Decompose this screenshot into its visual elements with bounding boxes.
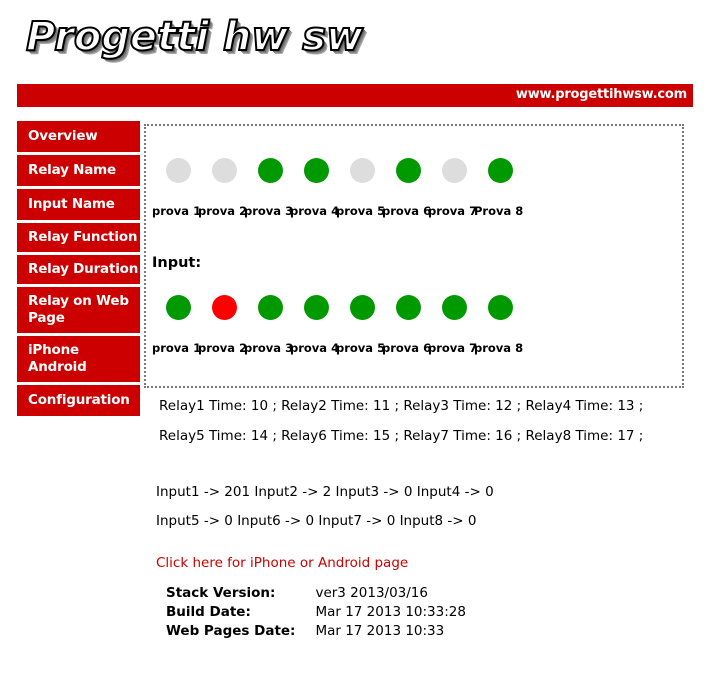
- relay-label-4: prova 4: [290, 204, 340, 218]
- input-indicator-6: [396, 295, 421, 320]
- relay-indicator-4[interactable]: [304, 158, 329, 183]
- input-indicator-7: [442, 295, 467, 320]
- version-value: ver3 2013/03/16: [315, 585, 428, 601]
- input-indicator-row: [156, 295, 676, 321]
- sidebar-item-overview[interactable]: Overview: [17, 121, 140, 152]
- relay-indicator-5[interactable]: [350, 158, 375, 183]
- relay-indicator-2[interactable]: [212, 158, 237, 183]
- input-indicator-4: [304, 295, 329, 320]
- version-info-table: Stack Version: ver3 2013/03/16 Build Date:…: [166, 585, 466, 642]
- site-logo: Progetti hw sw: [25, 13, 364, 61]
- version-key: Web Pages Date:: [166, 623, 296, 639]
- status-panel: prova 1 prova 2 prova 3 prova 4 prova 5 prova…: [144, 124, 684, 388]
- input-label-row: prova 1 prova 2 prova 3 prova 4 prova 5 prova…: [152, 341, 682, 357]
- relay-times-line-1: Relay1 Time: 10 ; Relay2 Time: 11 ; Rela…: [159, 398, 644, 414]
- input-label-2: prova 2: [198, 341, 248, 355]
- brand-url-text: www.progettihwsw.com: [515, 87, 687, 102]
- relay-label-row: prova 1 prova 2 prova 3 prova 4 prova 5 prova…: [152, 204, 682, 220]
- input-label-1: prova 1: [152, 341, 202, 355]
- input-label-6: prova 6: [382, 341, 432, 355]
- input-values-line-2: Input5 -> 0 Input6 -> 0 Input7 -> 0 Inpu…: [156, 513, 477, 529]
- relay-label-7: prova 7: [428, 204, 478, 218]
- relay-indicator-row: [156, 158, 676, 184]
- iphone-android-page-link[interactable]: Click here for iPhone or Android page: [156, 555, 408, 571]
- brand-bar: www.progettihwsw.com: [17, 84, 693, 107]
- version-value: Mar 17 2013 10:33: [315, 623, 445, 639]
- version-row: Web Pages Date: Mar 17 2013 10:33: [166, 623, 466, 642]
- version-value: Mar 17 2013 10:33:28: [315, 604, 466, 620]
- input-indicator-5: [350, 295, 375, 320]
- input-label-7: prova 7: [428, 341, 478, 355]
- input-section-heading: Input:: [152, 255, 202, 271]
- version-row: Build Date: Mar 17 2013 10:33:28: [166, 604, 466, 623]
- version-key: Stack Version:: [166, 585, 276, 601]
- sidebar-item-relay-name[interactable]: Relay Name: [17, 155, 140, 186]
- input-label-8: prova 8: [474, 341, 524, 355]
- version-row: Stack Version: ver3 2013/03/16: [166, 585, 466, 604]
- version-key: Build Date:: [166, 604, 251, 620]
- input-label-4: prova 4: [290, 341, 340, 355]
- relay-label-3: prova 3: [244, 204, 294, 218]
- relay-label-8: Prova 8: [474, 204, 524, 218]
- relay-indicator-3[interactable]: [258, 158, 283, 183]
- relay-indicator-8[interactable]: [488, 158, 513, 183]
- sidebar-item-configuration[interactable]: Configuration: [17, 385, 140, 416]
- sidebar-item-input-name[interactable]: Input Name: [17, 189, 140, 220]
- relay-indicator-1[interactable]: [166, 158, 191, 183]
- relay-times-line-2: Relay5 Time: 14 ; Relay6 Time: 15 ; Rela…: [159, 428, 644, 444]
- input-indicator-1: [166, 295, 191, 320]
- sidebar-item-relay-duration[interactable]: Relay Duration: [17, 255, 140, 284]
- relay-label-5: prova 5: [336, 204, 386, 218]
- relay-label-2: prova 2: [198, 204, 248, 218]
- relay-label-6: prova 6: [382, 204, 432, 218]
- sidebar-item-iphone-android[interactable]: iPhone Android: [17, 336, 140, 382]
- input-label-5: prova 5: [336, 341, 386, 355]
- sidebar-nav: Overview Relay Name Input Name Relay Functi…: [17, 121, 140, 419]
- input-label-3: prova 3: [244, 341, 294, 355]
- page-header: Progetti hw sw www.progettihwsw.com: [0, 0, 713, 110]
- input-indicator-8: [488, 295, 513, 320]
- sidebar-item-relay-on-web-page[interactable]: Relay on Web Page: [17, 287, 140, 333]
- relay-indicator-7[interactable]: [442, 158, 467, 183]
- input-values-line-1: Input1 -> 201 Input2 -> 2 Input3 -> 0 In…: [156, 484, 494, 500]
- relay-label-1: prova 1: [152, 204, 202, 218]
- input-indicator-3: [258, 295, 283, 320]
- relay-indicator-6[interactable]: [396, 158, 421, 183]
- input-indicator-2: [212, 295, 237, 320]
- sidebar-item-relay-function[interactable]: Relay Function: [17, 223, 140, 252]
